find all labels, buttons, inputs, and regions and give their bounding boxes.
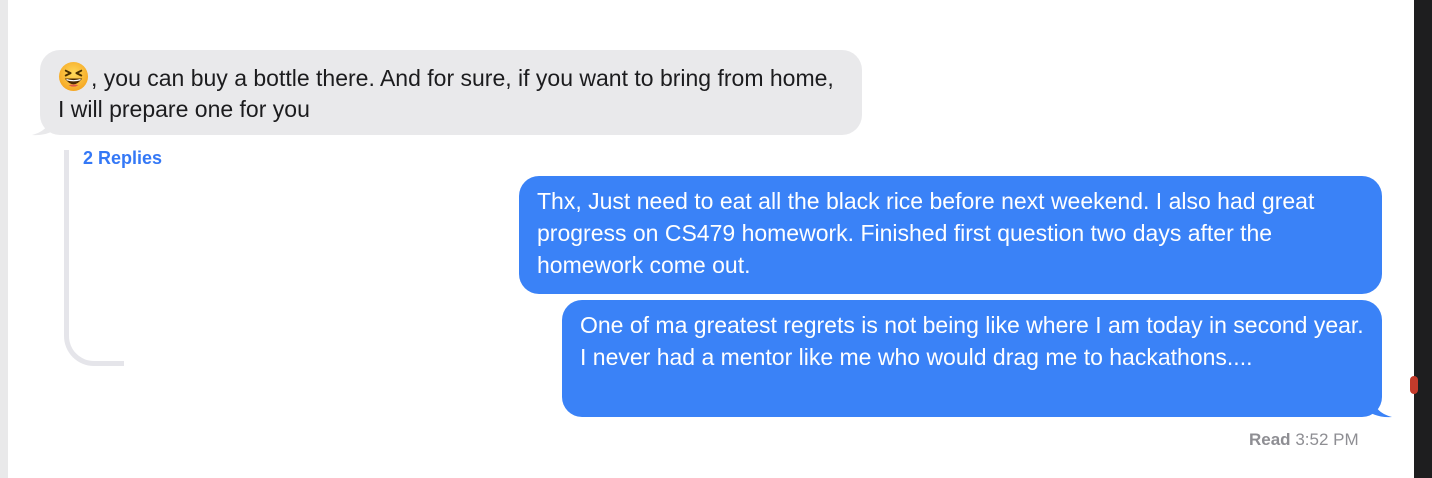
sidebar-edge: [0, 0, 8, 478]
outgoing-bubble-tail: [1364, 394, 1392, 418]
replies-link[interactable]: 2 Replies: [83, 148, 162, 169]
outgoing-message-text: One of ma greatest regrets is not being …: [580, 312, 1364, 370]
outgoing-message-bubble[interactable]: One of ma greatest regrets is not being …: [562, 300, 1382, 417]
grinning-squinting-face-icon: [58, 61, 89, 92]
edge-indicator: [1410, 376, 1418, 394]
window-edge: [1414, 0, 1432, 478]
read-receipt-label: Read: [1249, 430, 1291, 449]
read-receipt-time: 3:52 PM: [1295, 430, 1359, 449]
messages-transcript: , you can buy a bottle there. And for su…: [0, 0, 1432, 478]
incoming-message-text: , you can buy a bottle there. And for su…: [58, 65, 834, 122]
reply-thread-line: [64, 150, 124, 366]
outgoing-message-bubble[interactable]: Thx, Just need to eat all the black rice…: [519, 176, 1382, 294]
incoming-message-bubble[interactable]: , you can buy a bottle there. And for su…: [40, 50, 862, 135]
outgoing-message-text: Thx, Just need to eat all the black rice…: [537, 188, 1315, 278]
read-receipt: Read 3:52 PM: [1249, 430, 1359, 450]
